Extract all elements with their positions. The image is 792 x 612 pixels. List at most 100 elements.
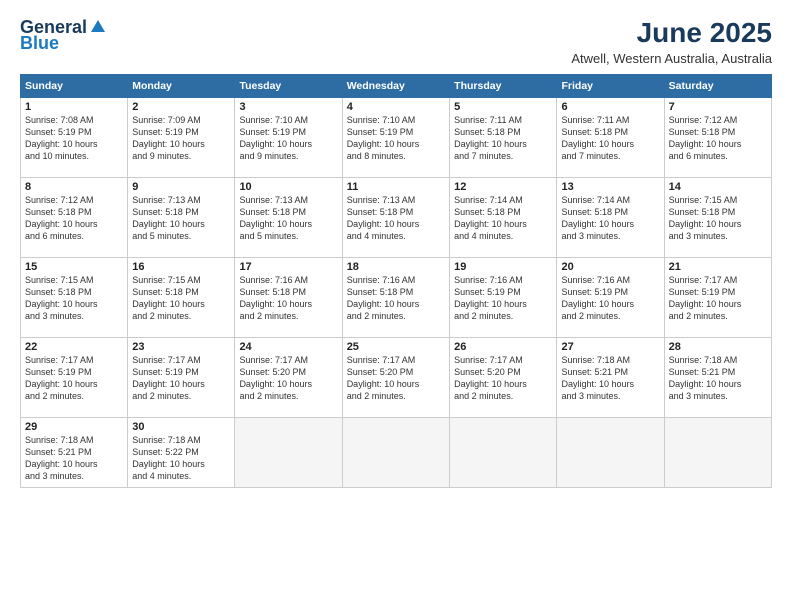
day-detail: Sunrise: 7:16 AM Sunset: 5:19 PM Dayligh…: [454, 274, 552, 323]
day-detail: Sunrise: 7:11 AM Sunset: 5:18 PM Dayligh…: [561, 114, 659, 163]
day-number: 28: [669, 341, 767, 353]
day-number: 21: [669, 261, 767, 273]
day-cell: 6Sunrise: 7:11 AM Sunset: 5:18 PM Daylig…: [557, 97, 664, 177]
day-detail: Sunrise: 7:12 AM Sunset: 5:18 PM Dayligh…: [25, 194, 123, 243]
day-number: 25: [347, 341, 445, 353]
day-number: 18: [347, 261, 445, 273]
day-cell: 18Sunrise: 7:16 AM Sunset: 5:18 PM Dayli…: [342, 257, 449, 337]
day-detail: Sunrise: 7:14 AM Sunset: 5:18 PM Dayligh…: [561, 194, 659, 243]
day-detail: Sunrise: 7:15 AM Sunset: 5:18 PM Dayligh…: [669, 194, 767, 243]
day-number: 11: [347, 181, 445, 193]
day-number: 10: [239, 181, 337, 193]
day-detail: Sunrise: 7:18 AM Sunset: 5:21 PM Dayligh…: [561, 354, 659, 403]
day-number: 9: [132, 181, 230, 193]
page: General Blue June 2025 Atwell, Western A…: [0, 0, 792, 612]
day-number: 6: [561, 101, 659, 113]
day-cell: 5Sunrise: 7:11 AM Sunset: 5:18 PM Daylig…: [450, 97, 557, 177]
day-number: 19: [454, 261, 552, 273]
day-detail: Sunrise: 7:14 AM Sunset: 5:18 PM Dayligh…: [454, 194, 552, 243]
day-number: 5: [454, 101, 552, 113]
day-cell: 10Sunrise: 7:13 AM Sunset: 5:18 PM Dayli…: [235, 177, 342, 257]
day-cell: 1Sunrise: 7:08 AM Sunset: 5:19 PM Daylig…: [21, 97, 128, 177]
day-detail: Sunrise: 7:08 AM Sunset: 5:19 PM Dayligh…: [25, 114, 123, 163]
day-number: 15: [25, 261, 123, 273]
day-number: 16: [132, 261, 230, 273]
day-cell: 7Sunrise: 7:12 AM Sunset: 5:18 PM Daylig…: [664, 97, 771, 177]
day-detail: Sunrise: 7:13 AM Sunset: 5:18 PM Dayligh…: [132, 194, 230, 243]
day-detail: Sunrise: 7:15 AM Sunset: 5:18 PM Dayligh…: [25, 274, 123, 323]
header: General Blue June 2025 Atwell, Western A…: [20, 18, 772, 66]
day-detail: Sunrise: 7:15 AM Sunset: 5:18 PM Dayligh…: [132, 274, 230, 323]
day-detail: Sunrise: 7:10 AM Sunset: 5:19 PM Dayligh…: [347, 114, 445, 163]
weekday-header-tuesday: Tuesday: [235, 74, 342, 97]
day-number: 14: [669, 181, 767, 193]
day-detail: Sunrise: 7:17 AM Sunset: 5:19 PM Dayligh…: [132, 354, 230, 403]
day-cell: 11Sunrise: 7:13 AM Sunset: 5:18 PM Dayli…: [342, 177, 449, 257]
day-number: 27: [561, 341, 659, 353]
day-number: 23: [132, 341, 230, 353]
day-detail: Sunrise: 7:17 AM Sunset: 5:20 PM Dayligh…: [347, 354, 445, 403]
day-detail: Sunrise: 7:16 AM Sunset: 5:18 PM Dayligh…: [347, 274, 445, 323]
weekday-header-thursday: Thursday: [450, 74, 557, 97]
day-cell: 30Sunrise: 7:18 AM Sunset: 5:22 PM Dayli…: [128, 417, 235, 487]
day-cell: [235, 417, 342, 487]
weekday-header-saturday: Saturday: [664, 74, 771, 97]
day-detail: Sunrise: 7:09 AM Sunset: 5:19 PM Dayligh…: [132, 114, 230, 163]
day-cell: 26Sunrise: 7:17 AM Sunset: 5:20 PM Dayli…: [450, 337, 557, 417]
day-cell: 2Sunrise: 7:09 AM Sunset: 5:19 PM Daylig…: [128, 97, 235, 177]
day-number: 22: [25, 341, 123, 353]
day-number: 24: [239, 341, 337, 353]
day-cell: [664, 417, 771, 487]
location-title: Atwell, Western Australia, Australia: [571, 51, 772, 66]
day-detail: Sunrise: 7:17 AM Sunset: 5:20 PM Dayligh…: [454, 354, 552, 403]
weekday-header-row: SundayMondayTuesdayWednesdayThursdayFrid…: [21, 74, 772, 97]
day-cell: 3Sunrise: 7:10 AM Sunset: 5:19 PM Daylig…: [235, 97, 342, 177]
day-cell: 4Sunrise: 7:10 AM Sunset: 5:19 PM Daylig…: [342, 97, 449, 177]
day-cell: 8Sunrise: 7:12 AM Sunset: 5:18 PM Daylig…: [21, 177, 128, 257]
calendar: SundayMondayTuesdayWednesdayThursdayFrid…: [20, 74, 772, 488]
month-title: June 2025: [571, 18, 772, 49]
weekday-header-monday: Monday: [128, 74, 235, 97]
day-detail: Sunrise: 7:10 AM Sunset: 5:19 PM Dayligh…: [239, 114, 337, 163]
weekday-header-friday: Friday: [557, 74, 664, 97]
day-cell: 19Sunrise: 7:16 AM Sunset: 5:19 PM Dayli…: [450, 257, 557, 337]
weekday-header-sunday: Sunday: [21, 74, 128, 97]
day-number: 1: [25, 101, 123, 113]
day-detail: Sunrise: 7:13 AM Sunset: 5:18 PM Dayligh…: [347, 194, 445, 243]
week-row-2: 8Sunrise: 7:12 AM Sunset: 5:18 PM Daylig…: [21, 177, 772, 257]
logo-blue: Blue: [20, 34, 59, 52]
weekday-header-wednesday: Wednesday: [342, 74, 449, 97]
day-number: 7: [669, 101, 767, 113]
day-cell: 27Sunrise: 7:18 AM Sunset: 5:21 PM Dayli…: [557, 337, 664, 417]
title-block: June 2025 Atwell, Western Australia, Aus…: [571, 18, 772, 66]
day-cell: [557, 417, 664, 487]
day-cell: 14Sunrise: 7:15 AM Sunset: 5:18 PM Dayli…: [664, 177, 771, 257]
day-detail: Sunrise: 7:13 AM Sunset: 5:18 PM Dayligh…: [239, 194, 337, 243]
week-row-1: 1Sunrise: 7:08 AM Sunset: 5:19 PM Daylig…: [21, 97, 772, 177]
day-number: 26: [454, 341, 552, 353]
day-cell: 15Sunrise: 7:15 AM Sunset: 5:18 PM Dayli…: [21, 257, 128, 337]
day-cell: 28Sunrise: 7:18 AM Sunset: 5:21 PM Dayli…: [664, 337, 771, 417]
day-cell: [342, 417, 449, 487]
day-detail: Sunrise: 7:16 AM Sunset: 5:18 PM Dayligh…: [239, 274, 337, 323]
day-detail: Sunrise: 7:17 AM Sunset: 5:19 PM Dayligh…: [669, 274, 767, 323]
day-cell: [450, 417, 557, 487]
day-number: 13: [561, 181, 659, 193]
day-cell: 24Sunrise: 7:17 AM Sunset: 5:20 PM Dayli…: [235, 337, 342, 417]
day-number: 17: [239, 261, 337, 273]
week-row-5: 29Sunrise: 7:18 AM Sunset: 5:21 PM Dayli…: [21, 417, 772, 487]
day-number: 2: [132, 101, 230, 113]
day-detail: Sunrise: 7:17 AM Sunset: 5:19 PM Dayligh…: [25, 354, 123, 403]
day-cell: 17Sunrise: 7:16 AM Sunset: 5:18 PM Dayli…: [235, 257, 342, 337]
day-cell: 9Sunrise: 7:13 AM Sunset: 5:18 PM Daylig…: [128, 177, 235, 257]
day-cell: 21Sunrise: 7:17 AM Sunset: 5:19 PM Dayli…: [664, 257, 771, 337]
day-cell: 23Sunrise: 7:17 AM Sunset: 5:19 PM Dayli…: [128, 337, 235, 417]
logo-icon: [89, 18, 107, 36]
day-cell: 29Sunrise: 7:18 AM Sunset: 5:21 PM Dayli…: [21, 417, 128, 487]
day-detail: Sunrise: 7:11 AM Sunset: 5:18 PM Dayligh…: [454, 114, 552, 163]
day-detail: Sunrise: 7:12 AM Sunset: 5:18 PM Dayligh…: [669, 114, 767, 163]
day-cell: 16Sunrise: 7:15 AM Sunset: 5:18 PM Dayli…: [128, 257, 235, 337]
logo: General Blue: [20, 18, 105, 52]
day-number: 20: [561, 261, 659, 273]
day-detail: Sunrise: 7:17 AM Sunset: 5:20 PM Dayligh…: [239, 354, 337, 403]
